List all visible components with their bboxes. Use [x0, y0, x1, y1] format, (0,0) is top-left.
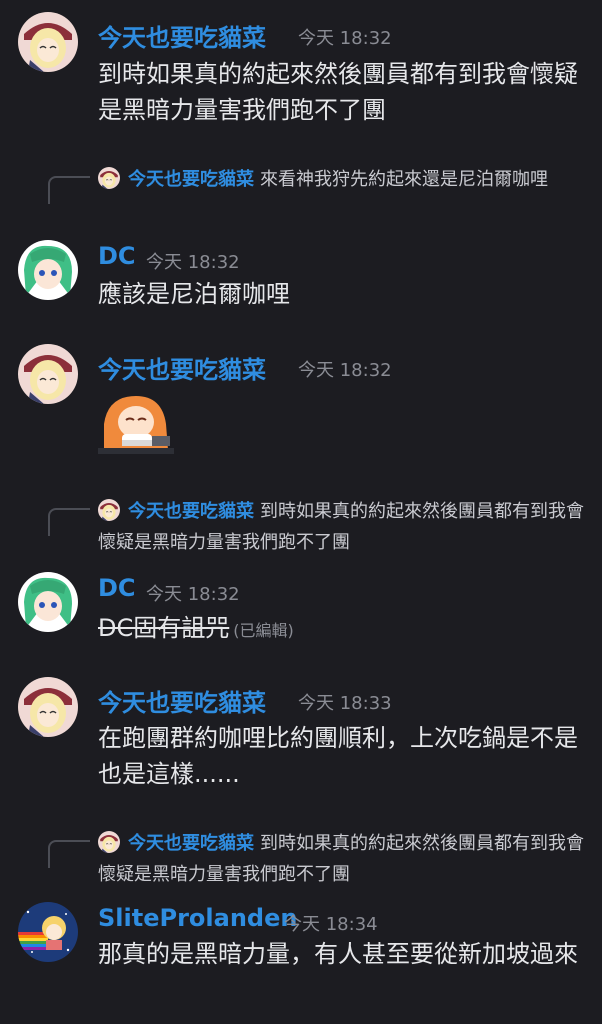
- author-name[interactable]: 今天也要吃貓菜: [98, 350, 266, 385]
- avatar[interactable]: [18, 677, 78, 737]
- message-3: 今天也要吃貓菜 今天 18:32: [0, 330, 602, 470]
- avatar[interactable]: [18, 240, 78, 300]
- timestamp: 今天 18:33: [298, 693, 392, 714]
- author-name[interactable]: SliteProlanden: [98, 904, 297, 932]
- message-1: 今天也要吃貓菜 今天 18:32 到時如果真的約起來然後團員都有到我會懷疑是黑暗…: [0, 0, 602, 150]
- reply-avatar: [98, 831, 120, 853]
- avatar[interactable]: [18, 572, 78, 632]
- timestamp: 今天 18:32: [146, 252, 240, 273]
- reply-connector: [48, 508, 90, 536]
- message-4: 今天也要吃貓菜 到時如果真的約起來然後團員都有到我會懷疑是黑暗力量害我們跑不了團 …: [0, 480, 602, 655]
- message-2: 今天也要吃貓菜 來看神我狩先約起來還是尼泊爾咖哩 DC 今天 18:32 應該是尼…: [0, 150, 602, 320]
- reply-connector: [48, 176, 90, 204]
- timestamp: 今天 18:32: [298, 28, 392, 49]
- reply-avatar: [98, 167, 120, 189]
- author-name[interactable]: 今天也要吃貓菜: [98, 18, 266, 53]
- reply-author: 今天也要吃貓菜: [128, 169, 254, 190]
- timestamp: 今天 18:32: [298, 360, 392, 381]
- reply-connector: [48, 840, 90, 868]
- edited-label: (已編輯): [233, 621, 294, 640]
- reply-author: 今天也要吃貓菜: [128, 501, 254, 522]
- author-name[interactable]: 今天也要吃貓菜: [98, 683, 266, 718]
- message-text: 到時如果真的約起來然後團員都有到我會懷疑是黑暗力量害我們跑不了團: [98, 60, 578, 124]
- author-name[interactable]: DC: [98, 242, 136, 270]
- reply-preview[interactable]: 今天也要吃貓菜 到時如果真的約起來然後團員都有到我會懷疑是黑暗力量害我們跑不了團: [98, 828, 588, 890]
- timestamp: 今天 18:34: [284, 914, 378, 935]
- avatar[interactable]: [18, 902, 78, 962]
- reply-avatar: [98, 499, 120, 521]
- avatar[interactable]: [18, 12, 78, 72]
- timestamp: 今天 18:32: [146, 584, 240, 605]
- reply-preview[interactable]: 今天也要吃貓菜 到時如果真的約起來然後團員都有到我會懷疑是黑暗力量害我們跑不了團: [98, 496, 588, 558]
- message-5: 今天也要吃貓菜 今天 18:33 在跑團群約咖哩比約團順利，上次吃鍋是不是也是這…: [0, 665, 602, 815]
- sticker-image[interactable]: [98, 390, 174, 454]
- message-text: DC固有詛咒: [98, 614, 230, 642]
- author-name[interactable]: DC: [98, 574, 136, 602]
- message-text: 那真的是黑暗力量，有人甚至要從新加坡過來: [98, 940, 578, 968]
- message-text: 應該是尼泊爾咖哩: [98, 280, 290, 308]
- message-6: 今天也要吃貓菜 到時如果真的約起來然後團員都有到我會懷疑是黑暗力量害我們跑不了團 …: [0, 812, 602, 1024]
- reply-author: 今天也要吃貓菜: [128, 833, 254, 854]
- reply-preview[interactable]: 今天也要吃貓菜 來看神我狩先約起來還是尼泊爾咖哩: [98, 164, 588, 195]
- reply-text: 來看神我狩先約起來還是尼泊爾咖哩: [260, 169, 548, 190]
- avatar[interactable]: [18, 344, 78, 404]
- message-text: 在跑團群約咖哩比約團順利，上次吃鍋是不是也是這樣......: [98, 724, 578, 788]
- message-text-container: DC固有詛咒 (已編輯): [98, 610, 588, 649]
